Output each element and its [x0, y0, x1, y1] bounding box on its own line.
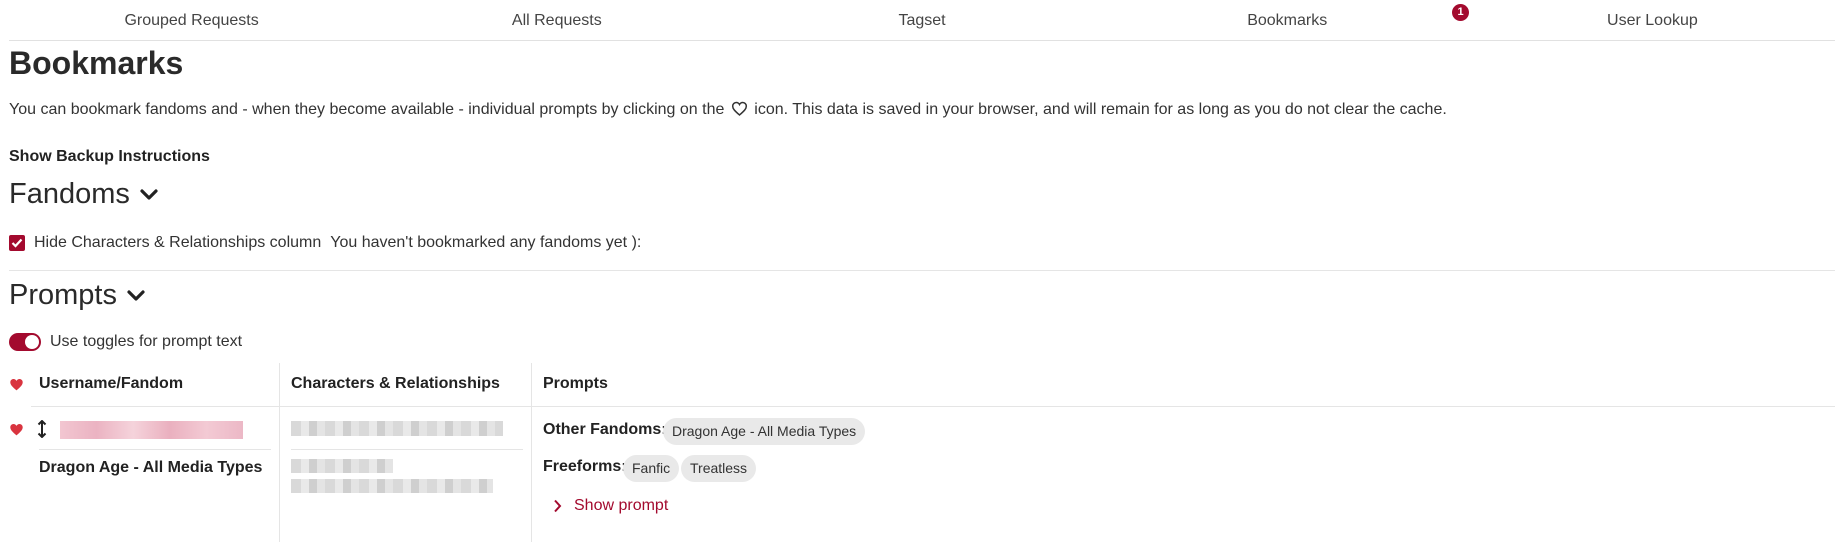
header-divider [31, 406, 1835, 407]
chevron-down-icon [140, 188, 158, 200]
cell-divider [39, 449, 271, 450]
redacted-username[interactable] [60, 421, 243, 439]
column-header-characters[interactable]: Characters & Relationships [291, 363, 500, 405]
heart-outline-icon [731, 101, 747, 116]
nav-all-requests[interactable]: All Requests [374, 0, 739, 40]
other-fandoms-label: Other Fandoms: [543, 421, 667, 438]
heart-filled-icon[interactable] [9, 378, 24, 391]
show-prompt-toggle[interactable]: Show prompt [553, 497, 668, 515]
sort-arrows-icon[interactable] [37, 420, 47, 438]
freeforms-label: Freeforms: [543, 458, 627, 475]
cell-divider [291, 449, 523, 450]
hide-characters-label[interactable]: Hide Characters & Relationships column [34, 234, 321, 252]
fandoms-heading[interactable]: Fandoms [9, 178, 158, 211]
redacted-relationship [291, 459, 393, 473]
prompt-toggle-row: Use toggles for prompt text [9, 333, 242, 351]
column-header-prompts[interactable]: Prompts [543, 363, 608, 405]
nav-tagset[interactable]: Tagset [739, 0, 1104, 40]
section-divider [9, 270, 1835, 271]
show-backup-instructions-link[interactable]: Show Backup Instructions [9, 148, 210, 166]
hide-characters-checkbox[interactable] [9, 235, 25, 251]
toggle-knob [25, 335, 39, 349]
use-toggles-switch[interactable] [9, 333, 41, 351]
top-nav: Grouped Requests All Requests Tagset Boo… [9, 0, 1835, 41]
use-toggles-label[interactable]: Use toggles for prompt text [50, 333, 242, 351]
redacted-characters [291, 421, 503, 436]
tag-other-fandom[interactable]: Dragon Age - All Media Types [663, 418, 866, 445]
prompts-heading-label: Prompts [9, 279, 117, 311]
row-fandom-name: Dragon Age - All Media Types [39, 459, 263, 476]
nav-grouped-requests[interactable]: Grouped Requests [9, 0, 374, 40]
intro-text-after: icon. This data is saved in your browser… [754, 101, 1447, 118]
chevron-right-icon [554, 499, 562, 513]
checkmark-icon [11, 238, 23, 248]
fandoms-heading-label: Fandoms [9, 178, 130, 210]
column-divider [279, 363, 280, 542]
nav-user-lookup[interactable]: User Lookup [1470, 0, 1835, 40]
tag-freeform[interactable]: Fanfic [623, 455, 680, 482]
redacted-relationship [291, 479, 493, 493]
bookmarks-count-badge: 1 [1452, 4, 1469, 21]
prompts-heading[interactable]: Prompts [9, 279, 145, 312]
page-title: Bookmarks [9, 45, 184, 81]
no-fandoms-message: You haven't bookmarked any fandoms yet )… [330, 234, 642, 251]
intro-text-before: You can bookmark fandoms and - when they… [9, 101, 725, 118]
hide-characters-row: Hide Characters & Relationships column Y… [9, 234, 641, 252]
intro-text: You can bookmark fandoms and - when they… [9, 101, 1447, 119]
heart-filled-icon[interactable] [9, 423, 24, 436]
nav-bookmarks[interactable]: Bookmarks [1105, 0, 1470, 40]
column-header-username-fandom[interactable]: Username/Fandom [39, 363, 183, 405]
column-divider [531, 363, 532, 542]
chevron-down-icon [127, 289, 145, 301]
tag-freeform[interactable]: Treatless [681, 455, 757, 482]
show-prompt-label: Show prompt [574, 497, 669, 514]
